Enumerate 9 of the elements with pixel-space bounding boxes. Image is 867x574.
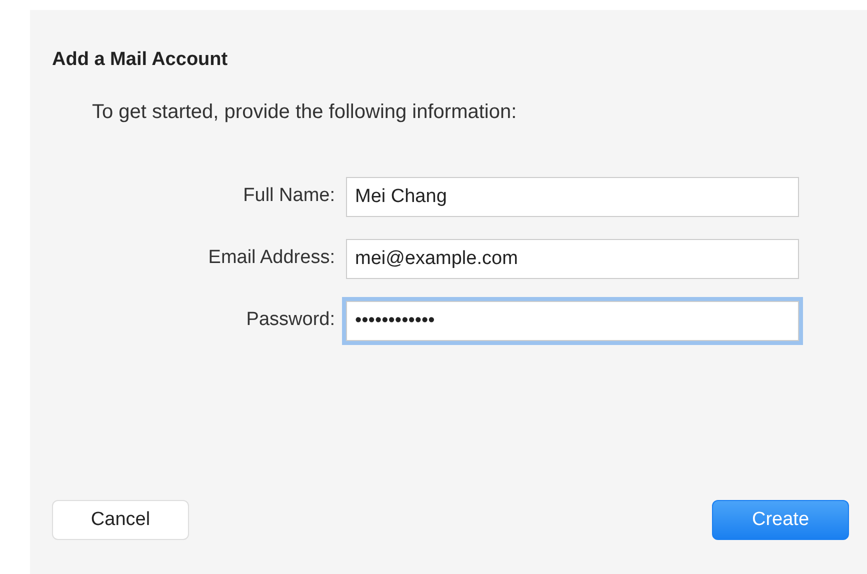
field-label: Email Address: [207, 246, 336, 270]
input-field[interactable]: Mei Chang [346, 176, 799, 216]
field-label: Password: [245, 308, 336, 332]
instructions-text: To get started, provide the following information: [92, 100, 518, 124]
dialog-title: Add a Mail Account [52, 48, 229, 72]
cancel-button[interactable]: Cancel [52, 500, 189, 540]
input-field[interactable]: mei@example.com [346, 238, 799, 278]
field-label: Full Name: [242, 184, 336, 208]
input-field[interactable]: •••••••••••• [346, 300, 799, 340]
